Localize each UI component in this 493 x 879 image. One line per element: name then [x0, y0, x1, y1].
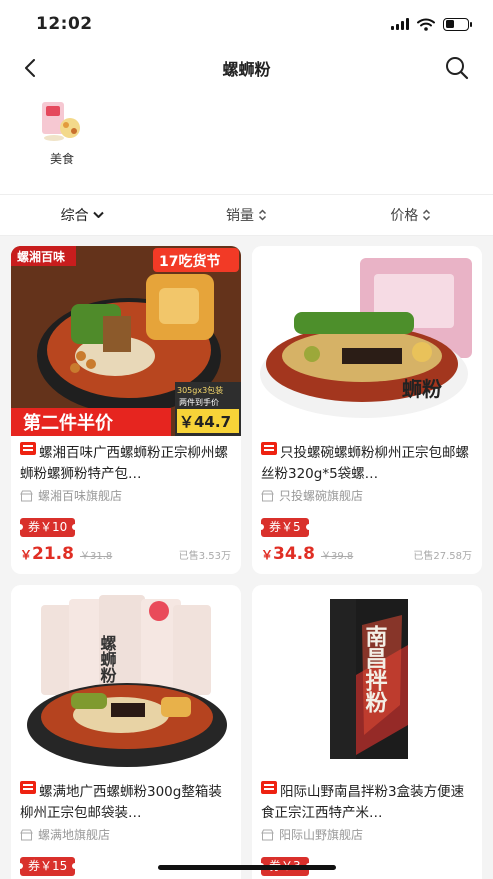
product-info: 只投螺碗螺蛳粉柳州正宗包邮螺丝粉320g*5袋螺… 只投螺碗旗舰店 券￥5 ￥ … [252, 436, 482, 564]
image-text: 南昌拌粉 [362, 625, 388, 714]
shop-link[interactable]: 阳际山野旗舰店 [261, 826, 472, 843]
product-image: 螺湘百味 17吃货节 第二件半价 305gx3包装 两件到手价 ￥44.7 [11, 246, 241, 436]
price-value: 21.8 [32, 544, 74, 564]
product-card[interactable]: 蛳粉 只投螺碗螺蛳粉柳州正宗包邮螺丝粉320g*5袋螺… 只投螺碗旗舰店 券￥5… [252, 246, 482, 574]
product-grid: 螺湘百味 17吃货节 第二件半价 305gx3包装 两件到手价 ￥44.7 螺湘… [11, 246, 482, 879]
image-brand-text: 螺湘百味 [17, 249, 65, 264]
nav-bar: 螺蛳粉 [0, 48, 493, 88]
sold-count: 已售27.58万 [413, 551, 472, 562]
product-title: 只投螺碗螺蛳粉柳州正宗包邮螺丝粉320g*5袋螺… [261, 442, 472, 484]
page-title: 螺蛳粉 [222, 60, 271, 79]
sort-sales-label: 销量 [225, 208, 254, 224]
product-title-text: 螺满地广西螺蛳粉300g整箱装 柳州正宗包邮袋装… [20, 784, 222, 821]
header-area: 12:02 螺蛳粉 美食 综合 销量 价格 [0, 0, 493, 236]
search-icon [446, 57, 469, 80]
sort-price-label: 价格 [390, 208, 419, 224]
product-title: 螺满地广西螺蛳粉300g整箱装 柳州正宗包邮袋装… [20, 781, 231, 823]
status-icons [391, 17, 472, 31]
price-row: ￥ 34.8 ￥39.8 已售27.58万 [261, 544, 472, 564]
status-bar: 12:02 [0, 0, 493, 48]
sort-updown-icon [423, 209, 431, 221]
store-icon [261, 829, 274, 840]
wifi-icon [417, 18, 435, 31]
chevron-down-icon [92, 211, 104, 218]
image-promo-text: 第二件半价 [23, 412, 114, 434]
tmall-icon [20, 442, 36, 455]
sort-comprehensive-label: 综合 [60, 208, 89, 224]
coupon-badge[interactable]: 券￥15 [16, 857, 79, 876]
original-price: ￥39.8 [320, 551, 354, 562]
category-row: 美食 [0, 88, 493, 192]
image-text: 蛳粉 [402, 377, 442, 401]
price-symbol: ￥ [261, 548, 274, 562]
store-icon [20, 829, 33, 840]
price-row: ￥ 21.8 ￥31.8 已售3.53万 [20, 544, 231, 564]
product-image: 蛳粉 [252, 246, 482, 436]
coupon-badge[interactable]: 券￥10 [16, 518, 79, 537]
image-pack-text: 305gx3包装 [177, 385, 223, 395]
food-category-icon [42, 102, 80, 141]
product-card[interactable]: 南昌拌粉 阳际山野南昌拌粉3盒装方便速食正宗江西特产米… 阳际山野旗舰店 券￥3 [252, 585, 482, 879]
product-title-text: 螺湘百味广西螺蛳粉正宗柳州螺蛳粉螺狮粉特产包… [20, 445, 228, 482]
original-price: ￥31.8 [79, 551, 113, 562]
back-button[interactable] [16, 54, 44, 82]
sort-updown-icon [258, 209, 267, 221]
chevron-left-icon [25, 59, 35, 77]
store-icon [261, 490, 274, 501]
search-button[interactable] [443, 54, 471, 82]
product-info: 阳际山野南昌拌粉3盒装方便速食正宗江西特产米… 阳际山野旗舰店 券￥3 [252, 775, 482, 876]
product-info: 螺满地广西螺蛳粉300g整箱装 柳州正宗包邮袋装… 螺满地旗舰店 券￥15 [11, 775, 241, 876]
product-card[interactable]: 螺湘百味 17吃货节 第二件半价 305gx3包装 两件到手价 ￥44.7 螺湘… [11, 246, 241, 574]
tmall-icon [261, 781, 277, 794]
signal-icon [391, 18, 409, 30]
product-title-text: 只投螺碗螺蛳粉柳州正宗包邮螺丝粉320g*5袋螺… [261, 445, 469, 482]
shop-name: 阳际山野旗舰店 [279, 828, 364, 842]
tmall-icon [261, 442, 277, 455]
shop-name: 螺满地旗舰店 [38, 828, 111, 842]
category-item-food[interactable]: 美食 [38, 98, 86, 167]
image-deal-label: 两件到手价 [179, 397, 219, 407]
sort-bar: 综合 销量 价格 [0, 194, 493, 236]
home-indicator[interactable] [158, 865, 336, 870]
status-time: 12:02 [36, 14, 93, 34]
shop-name: 螺湘百味旗舰店 [38, 489, 123, 503]
image-badge-text: 17吃货节 [159, 253, 220, 270]
price-value: 34.8 [273, 544, 315, 564]
image-text: 螺蛳粉 [98, 634, 117, 684]
product-title: 阳际山野南昌拌粉3盒装方便速食正宗江西特产米… [261, 781, 472, 823]
battery-icon [443, 17, 472, 31]
sold-count: 已售3.53万 [178, 551, 231, 562]
coupon-badge[interactable]: 券￥5 [258, 518, 312, 537]
product-title: 螺湘百味广西螺蛳粉正宗柳州螺蛳粉螺狮粉特产包… [20, 442, 231, 484]
category-label: 美食 [49, 152, 74, 166]
product-image: 螺蛳粉 [11, 585, 241, 775]
shop-link[interactable]: 螺湘百味旗舰店 [20, 487, 231, 504]
price-symbol: ￥ [20, 548, 33, 562]
sort-sales[interactable]: 销量 [164, 205, 328, 225]
image-deal-price: ￥44.7 [179, 413, 231, 431]
product-image: 南昌拌粉 [252, 585, 482, 775]
shop-link[interactable]: 只投螺碗旗舰店 [261, 487, 472, 504]
sort-price[interactable]: 价格 [329, 205, 493, 225]
shop-name: 只投螺碗旗舰店 [279, 489, 364, 503]
product-title-text: 阳际山野南昌拌粉3盒装方便速食正宗江西特产米… [261, 784, 465, 821]
store-icon [20, 490, 33, 501]
product-card[interactable]: 螺蛳粉 螺满地广西螺蛳粉300g整箱装 柳州正宗包邮袋装… 螺满地旗舰店 券￥1… [11, 585, 241, 879]
shop-link[interactable]: 螺满地旗舰店 [20, 826, 231, 843]
tmall-icon [20, 781, 36, 794]
product-info: 螺湘百味广西螺蛳粉正宗柳州螺蛳粉螺狮粉特产包… 螺湘百味旗舰店 券￥10 ￥ 2… [11, 436, 241, 564]
sort-comprehensive[interactable]: 综合 [0, 205, 164, 225]
